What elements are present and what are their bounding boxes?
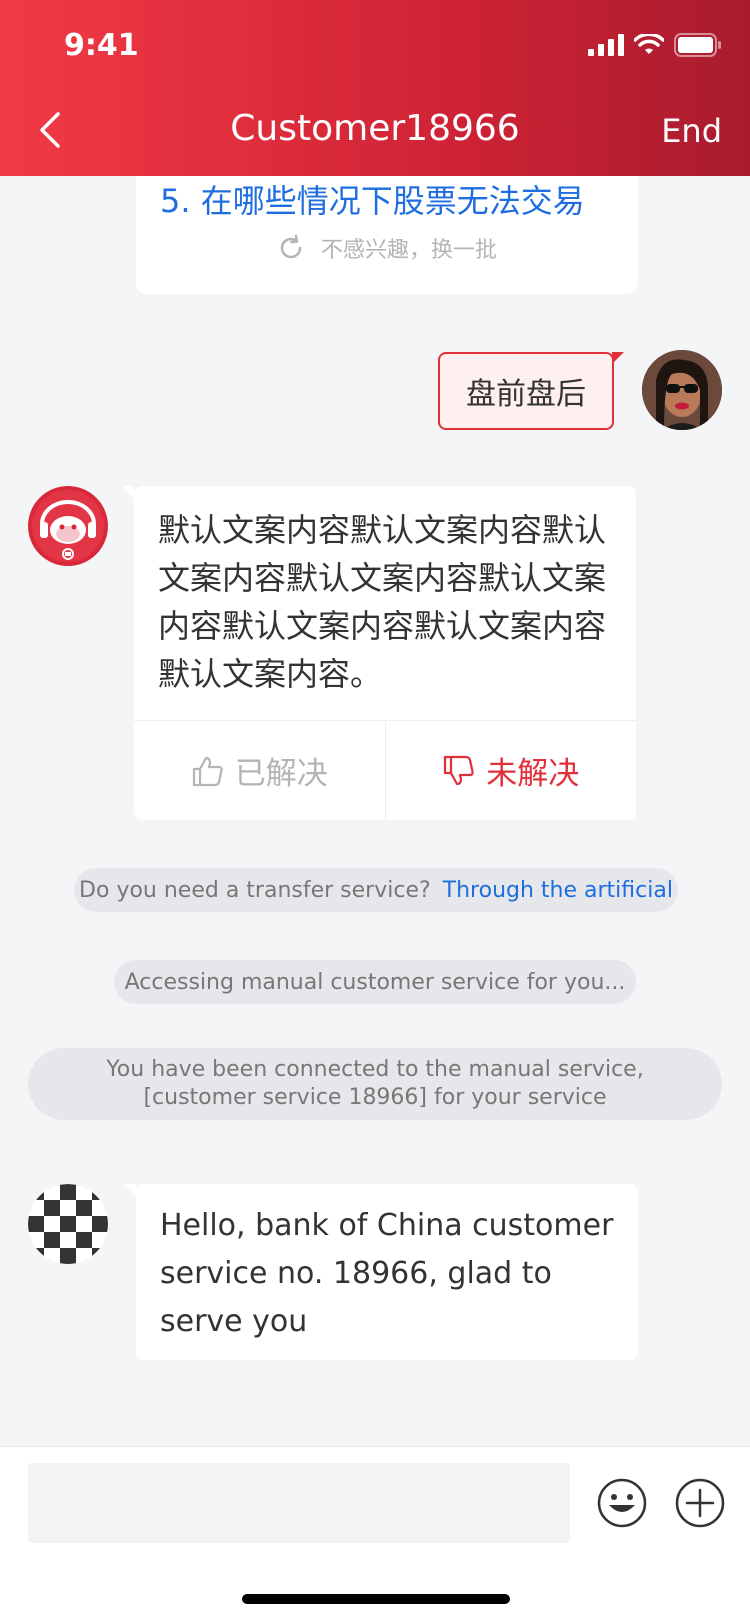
bot-message-text: 默认文案内容默认文案内容默认文案内容默认文案内容默认文案内容默认文案内容默认文案… <box>158 511 607 693</box>
home-indicator <box>242 1594 510 1604</box>
thumbs-down-icon <box>444 755 474 785</box>
transfer-prompt: Do you need a transfer service? Through … <box>74 868 678 912</box>
status-time: 9:41 <box>64 28 139 63</box>
question-item[interactable]: 5. 在哪些情况下股票无法交易 <box>160 176 585 222</box>
robot-icon <box>28 486 108 566</box>
wifi-icon <box>634 34 664 54</box>
connected-notice: You have been connected to the manual se… <box>28 1048 722 1120</box>
bot-avatar <box>28 486 108 566</box>
transfer-question: Do you need a transfer service? <box>79 877 431 903</box>
refresh-icon <box>280 234 302 259</box>
agent-message-text: Hello, bank of China customer service no… <box>160 1208 614 1339</box>
bot-message-card: 默认文案内容默认文案内容默认文案内容默认文案内容默认文案内容默认文案内容默认文案… <box>122 486 636 820</box>
user-avatar[interactable] <box>642 350 722 430</box>
unsolved-button[interactable]: 未解决 <box>386 721 637 820</box>
question-suggestion-card: 5. 在哪些情况下股票无法交易 不感兴趣，换一批 <box>136 176 638 294</box>
accessing-notice: Accessing manual customer service for yo… <box>114 960 636 1004</box>
signal-icon <box>588 34 624 56</box>
agent-avatar[interactable] <box>28 1184 108 1264</box>
agent-avatar-image <box>28 1184 108 1264</box>
plus-icon[interactable] <box>674 1477 726 1529</box>
user-message-text: 盘前盘后 <box>466 377 586 412</box>
transfer-link[interactable]: Through the artificial <box>443 878 673 903</box>
status-icons <box>588 32 722 58</box>
thumbs-up-icon <box>192 756 223 786</box>
end-button[interactable]: End <box>661 112 722 150</box>
message-input[interactable] <box>28 1463 570 1543</box>
page-title: Customer18966 <box>230 108 520 149</box>
user-message-bubble: 盘前盘后 <box>438 352 624 430</box>
solved-label: 已解决 <box>234 756 328 792</box>
refresh-questions-button[interactable]: 不感兴趣，换一批 <box>136 232 638 264</box>
header: 9:41 Customer18966 End <box>0 0 750 176</box>
battery-icon <box>674 33 721 57</box>
feedback-row: 已解决 未解决 <box>134 720 636 820</box>
refresh-label: 不感兴趣，换一批 <box>320 238 497 263</box>
user-avatar-image <box>642 350 722 430</box>
emoji-icon[interactable] <box>596 1477 648 1529</box>
unsolved-label: 未解决 <box>486 756 580 792</box>
solved-button[interactable]: 已解决 <box>134 721 386 820</box>
agent-message-bubble: Hello, bank of China customer service no… <box>124 1184 638 1360</box>
